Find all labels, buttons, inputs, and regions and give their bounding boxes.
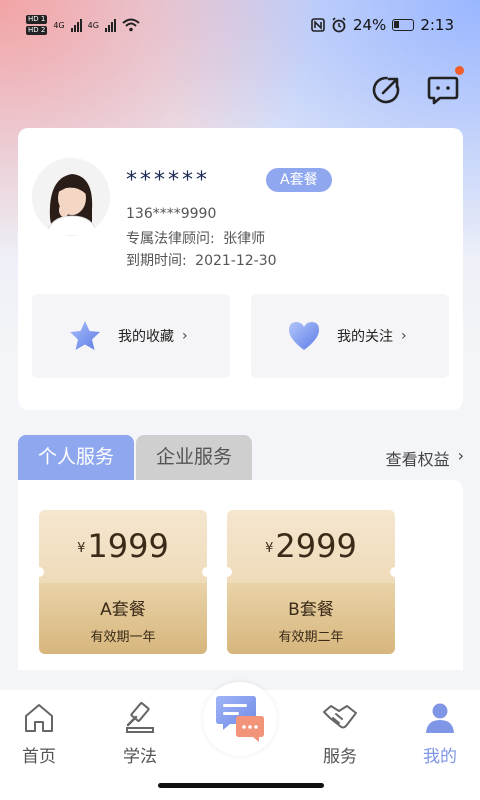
plan-name: A套餐 (100, 600, 146, 620)
user-phone: 136****9990 (126, 206, 217, 222)
network-label-2: 4G (87, 20, 99, 30)
plans-panel: ¥1999 A套餐 有效期一年 ¥2999 B套餐 有效期二年 (18, 480, 463, 670)
share-icon (372, 76, 400, 104)
tab-enterprise-service[interactable]: 企业服务 (136, 435, 252, 480)
following-button[interactable]: 我的关注 › (251, 294, 449, 378)
nav-home-label: 首页 (22, 747, 56, 767)
plan-name: B套餐 (288, 600, 334, 620)
plan-price: ¥2999 (265, 527, 357, 565)
message-icon (427, 76, 459, 105)
plan-price: ¥1999 (77, 527, 169, 565)
plan-card-b[interactable]: ¥2999 B套餐 有效期二年 (227, 510, 395, 654)
user-name: ****** (126, 168, 210, 193)
nav-learn-law[interactable]: 学法 (110, 702, 170, 767)
notification-dot (455, 66, 464, 75)
currency-symbol: ¥ (77, 540, 86, 556)
favorites-label: 我的收藏 (118, 329, 174, 345)
share-button[interactable] (370, 72, 404, 106)
plan-badge: A套餐 (266, 168, 332, 192)
star-icon (70, 321, 100, 350)
nav-mine[interactable]: 我的 (410, 702, 470, 767)
network-label-1: 4G (53, 20, 65, 30)
home-icon (25, 704, 53, 732)
tab-personal-service[interactable]: 个人服务 (18, 435, 134, 480)
expiry-row: 到期时间: 2021-12-30 (126, 250, 277, 270)
advisor-row: 专属法律顾问: 张律师 (126, 228, 265, 248)
plan-price-value: 1999 (87, 527, 169, 565)
profile-card: ****** A套餐 136****9990 专属法律顾问: 张律师 到期时间:… (18, 128, 463, 410)
view-benefits-link[interactable]: 查看权益 › (386, 446, 464, 470)
user-photo-icon (32, 158, 110, 236)
view-benefits-label: 查看权益 (385, 450, 450, 469)
nav-learn-label: 学法 (123, 747, 157, 767)
favorites-button[interactable]: 我的收藏 › (32, 294, 230, 378)
hd2-label: HD 2 (26, 26, 48, 35)
chevron-right-icon: › (182, 328, 188, 344)
chevron-right-icon: › (457, 446, 464, 465)
expiry-label: 到期时间: (126, 253, 187, 269)
signal-icon (104, 18, 116, 32)
messages-button[interactable] (426, 66, 464, 106)
home-indicator[interactable] (158, 783, 324, 788)
hd1-label: HD 1 (26, 15, 48, 24)
battery-percent: 24% (352, 16, 387, 34)
nav-mine-label: 我的 (423, 747, 457, 767)
handshake-icon (323, 705, 357, 729)
plan-price-area: ¥2999 (227, 510, 395, 583)
nav-services-label: 服务 (323, 747, 357, 767)
service-tabs: 个人服务 企业服务 (18, 435, 252, 480)
alarm-icon (332, 17, 346, 33)
ticket-notch (202, 567, 207, 577)
ticket-notch (390, 567, 395, 577)
wifi-icon (122, 18, 140, 32)
currency-symbol: ¥ (265, 540, 274, 556)
chat-center-button[interactable] (203, 682, 277, 756)
plan-card-a[interactable]: ¥1999 A套餐 有效期一年 (39, 510, 207, 654)
nav-services[interactable]: 服务 (310, 702, 370, 767)
plan-validity: 有效期二年 (278, 630, 344, 645)
gavel-icon (126, 702, 154, 733)
advisor-label: 专属法律顾问: (126, 231, 215, 247)
nfc-icon (311, 18, 325, 32)
plan-validity: 有效期一年 (90, 630, 156, 645)
bottom-nav: 首页 学法 服务 我的 (0, 682, 480, 800)
nav-home[interactable]: 首页 (9, 702, 69, 767)
battery-icon (392, 19, 415, 31)
avatar[interactable] (32, 158, 110, 236)
expiry-date: 2021-12-30 (195, 253, 277, 269)
user-icon (426, 703, 454, 733)
plan-price-area: ¥1999 (39, 510, 207, 583)
clock: 2:13 (420, 16, 454, 34)
status-bar: HD 1 HD 2 4G 4G 24% 2:13 (0, 0, 480, 50)
chevron-right-icon: › (401, 328, 407, 344)
plan-price-value: 2999 (275, 527, 357, 565)
sim-indicator: HD 1 HD 2 (26, 15, 48, 35)
chat-bubbles-icon (216, 696, 264, 742)
following-label: 我的关注 (337, 329, 393, 345)
signal-icon (70, 18, 82, 32)
advisor-name: 张律师 (223, 231, 266, 247)
heart-icon (289, 322, 319, 350)
